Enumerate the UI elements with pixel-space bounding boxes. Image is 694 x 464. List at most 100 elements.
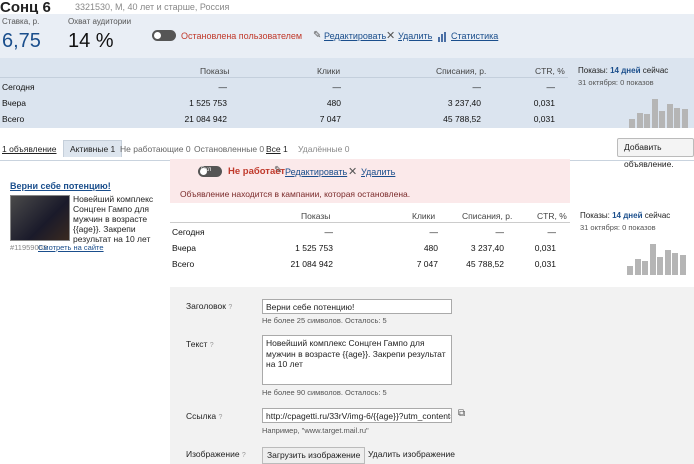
row-label-today: Сегодня: [172, 227, 205, 237]
tab-stopped[interactable]: Остановленные 0: [194, 144, 264, 154]
upload-image-button[interactable]: Загрузить изображение: [262, 447, 366, 464]
ads-tabs: 1 объявление Активные 1 Не работающие 0 …: [0, 140, 694, 161]
table-cell: —: [218, 82, 228, 92]
ad-edit-link[interactable]: Редактировать: [285, 167, 347, 177]
ad-toggle-label: Вкл: [201, 167, 212, 173]
pencil-icon: ✎: [274, 165, 283, 176]
table-cell: 0,031: [534, 243, 556, 253]
row-label-total: Всего: [2, 114, 25, 124]
view-on-site-link[interactable]: Смотреть на сайте: [38, 243, 104, 252]
tab-label: Остановленные: [194, 144, 258, 154]
reach-label: Охват аудитории: [68, 17, 132, 26]
table-cell: 3 237,40: [447, 98, 481, 108]
graph-bar: [636, 113, 643, 128]
graph-period-link[interactable]: 14 дней: [612, 211, 642, 220]
table-cell: 0,031: [533, 98, 555, 108]
table-cell: 3 237,40: [470, 243, 504, 253]
help-icon[interactable]: ?: [228, 304, 232, 311]
graph-bar: [629, 119, 635, 128]
text-field-label: Текст ?: [186, 339, 214, 349]
ad-title-link[interactable]: Верни себе потенцию!: [10, 181, 111, 191]
ad-delete-link[interactable]: Удалить: [361, 167, 395, 177]
rate-label: Ставка, р.: [2, 17, 40, 26]
close-icon: ✕: [386, 30, 396, 42]
campaign-toggle[interactable]: [152, 30, 176, 41]
link-field-label: Ссылка ?: [186, 411, 223, 421]
graph-bar: [649, 244, 656, 275]
text-hint: Не более 90 символов. Осталось: 5: [262, 388, 387, 397]
row-label-yesterday: Вчера: [172, 243, 196, 253]
ad-banner-message: Объявление находится в кампании, которая…: [180, 189, 411, 199]
reach-value: 14 %: [68, 30, 114, 52]
graph-bar: [657, 257, 663, 275]
table-cell: —: [429, 227, 439, 237]
campaign-delete-link[interactable]: Удалить: [398, 31, 432, 41]
tab-count: 0: [185, 144, 191, 154]
graph-bar: [627, 266, 633, 275]
table-cell: —: [472, 82, 482, 92]
graph-bar: [644, 114, 650, 128]
text-input[interactable]: Новейший комплекс Сонцген Гампо для мужч…: [262, 335, 452, 385]
ad-impressions-graph: Показы: 14 дней сейчас 31 октября: 0 пок…: [570, 203, 694, 275]
pencil-icon: ✎: [313, 30, 322, 41]
help-icon[interactable]: ?: [218, 414, 222, 421]
heading-field-label: Заголовок ?: [186, 301, 233, 311]
row-label-yesterday: Вчера: [2, 98, 26, 108]
col-header-clicks: Клики: [317, 66, 341, 76]
heading-hint: Не более 25 символов. Осталось: 5: [262, 316, 387, 325]
external-link-icon[interactable]: ⧉: [458, 408, 465, 419]
graph-date: 31 октября: 0 показов: [580, 223, 656, 232]
graph-date: 31 октября: 0 показов: [578, 78, 654, 87]
graph-title: Показы: 14 дней сейчас: [580, 211, 671, 220]
tab-count: 0: [344, 144, 350, 154]
col-header-spend: Списания, р.: [462, 211, 513, 221]
col-header-ctr: CTR, %: [537, 211, 567, 221]
link-hint: Например, "www.target.mail.ru": [262, 426, 369, 435]
campaign-stats-table: Показы Клики Списания, р. CTR, % Сегодня…: [0, 58, 568, 128]
campaign-subtitle: 3321530, М, 40 лет и старше, Россия: [75, 2, 230, 12]
add-ad-button[interactable]: Добавить объявление.: [617, 138, 694, 169]
graph-bar: [651, 99, 658, 128]
graph-period-link[interactable]: 14 дней: [610, 66, 640, 75]
link-input[interactable]: http://cpagetti.ru/33rV/img-6/{{age}}?ut…: [262, 408, 452, 423]
graph-bar: [674, 108, 680, 128]
remove-image-button[interactable]: Удалить изображение: [368, 449, 455, 459]
graph-bar: [672, 253, 678, 275]
help-icon[interactable]: ?: [242, 452, 246, 459]
col-header-impressions: Показы: [301, 211, 331, 221]
ad-stats-table: Показы Клики Списания, р. CTR, % Сегодня…: [170, 203, 570, 275]
tab-count: 1: [283, 144, 288, 154]
row-label-total: Всего: [172, 259, 195, 269]
table-cell: 7 047: [319, 114, 341, 124]
graph-bar: [634, 259, 641, 275]
table-cell: —: [546, 82, 556, 92]
help-icon[interactable]: ?: [210, 342, 214, 349]
tab-count: 0: [259, 144, 265, 154]
table-cell: 0,031: [533, 114, 555, 124]
graph-bars: [584, 94, 694, 128]
table-cell: 0,031: [534, 259, 556, 269]
col-header-impressions: Показы: [200, 66, 230, 76]
table-cell: —: [547, 227, 557, 237]
heading-input[interactable]: Верни себе потенцию!: [262, 299, 452, 314]
table-cell: 45 788,52: [466, 259, 504, 269]
graph-bars: [582, 239, 692, 275]
table-cell: —: [324, 227, 334, 237]
col-header-spend: Списания, р.: [436, 66, 487, 76]
ads-count-link[interactable]: 1 объявление: [2, 144, 57, 154]
table-cell: 7 047: [416, 259, 438, 269]
table-cell: 21 084 942: [184, 114, 227, 124]
graph-title: Показы: 14 дней сейчас: [578, 66, 669, 75]
tab-active[interactable]: Активные 1: [63, 140, 123, 157]
table-cell: 480: [326, 98, 341, 108]
impressions-graph: Показы: 14 дней сейчас 31 октября: 0 пок…: [568, 58, 694, 128]
tab-not-working[interactable]: Не работающие 0: [120, 144, 191, 154]
rate-value[interactable]: 6,75: [2, 30, 41, 53]
campaign-edit-link[interactable]: Редактировать: [324, 31, 386, 41]
table-cell: 1 525 753: [189, 98, 227, 108]
tab-all[interactable]: Все 1: [266, 144, 288, 154]
tab-label: Активные: [70, 144, 109, 154]
tab-deleted[interactable]: Удалённые 0: [298, 144, 349, 154]
col-header-ctr: CTR, %: [535, 66, 565, 76]
campaign-stats-link[interactable]: Статистика: [451, 31, 498, 41]
